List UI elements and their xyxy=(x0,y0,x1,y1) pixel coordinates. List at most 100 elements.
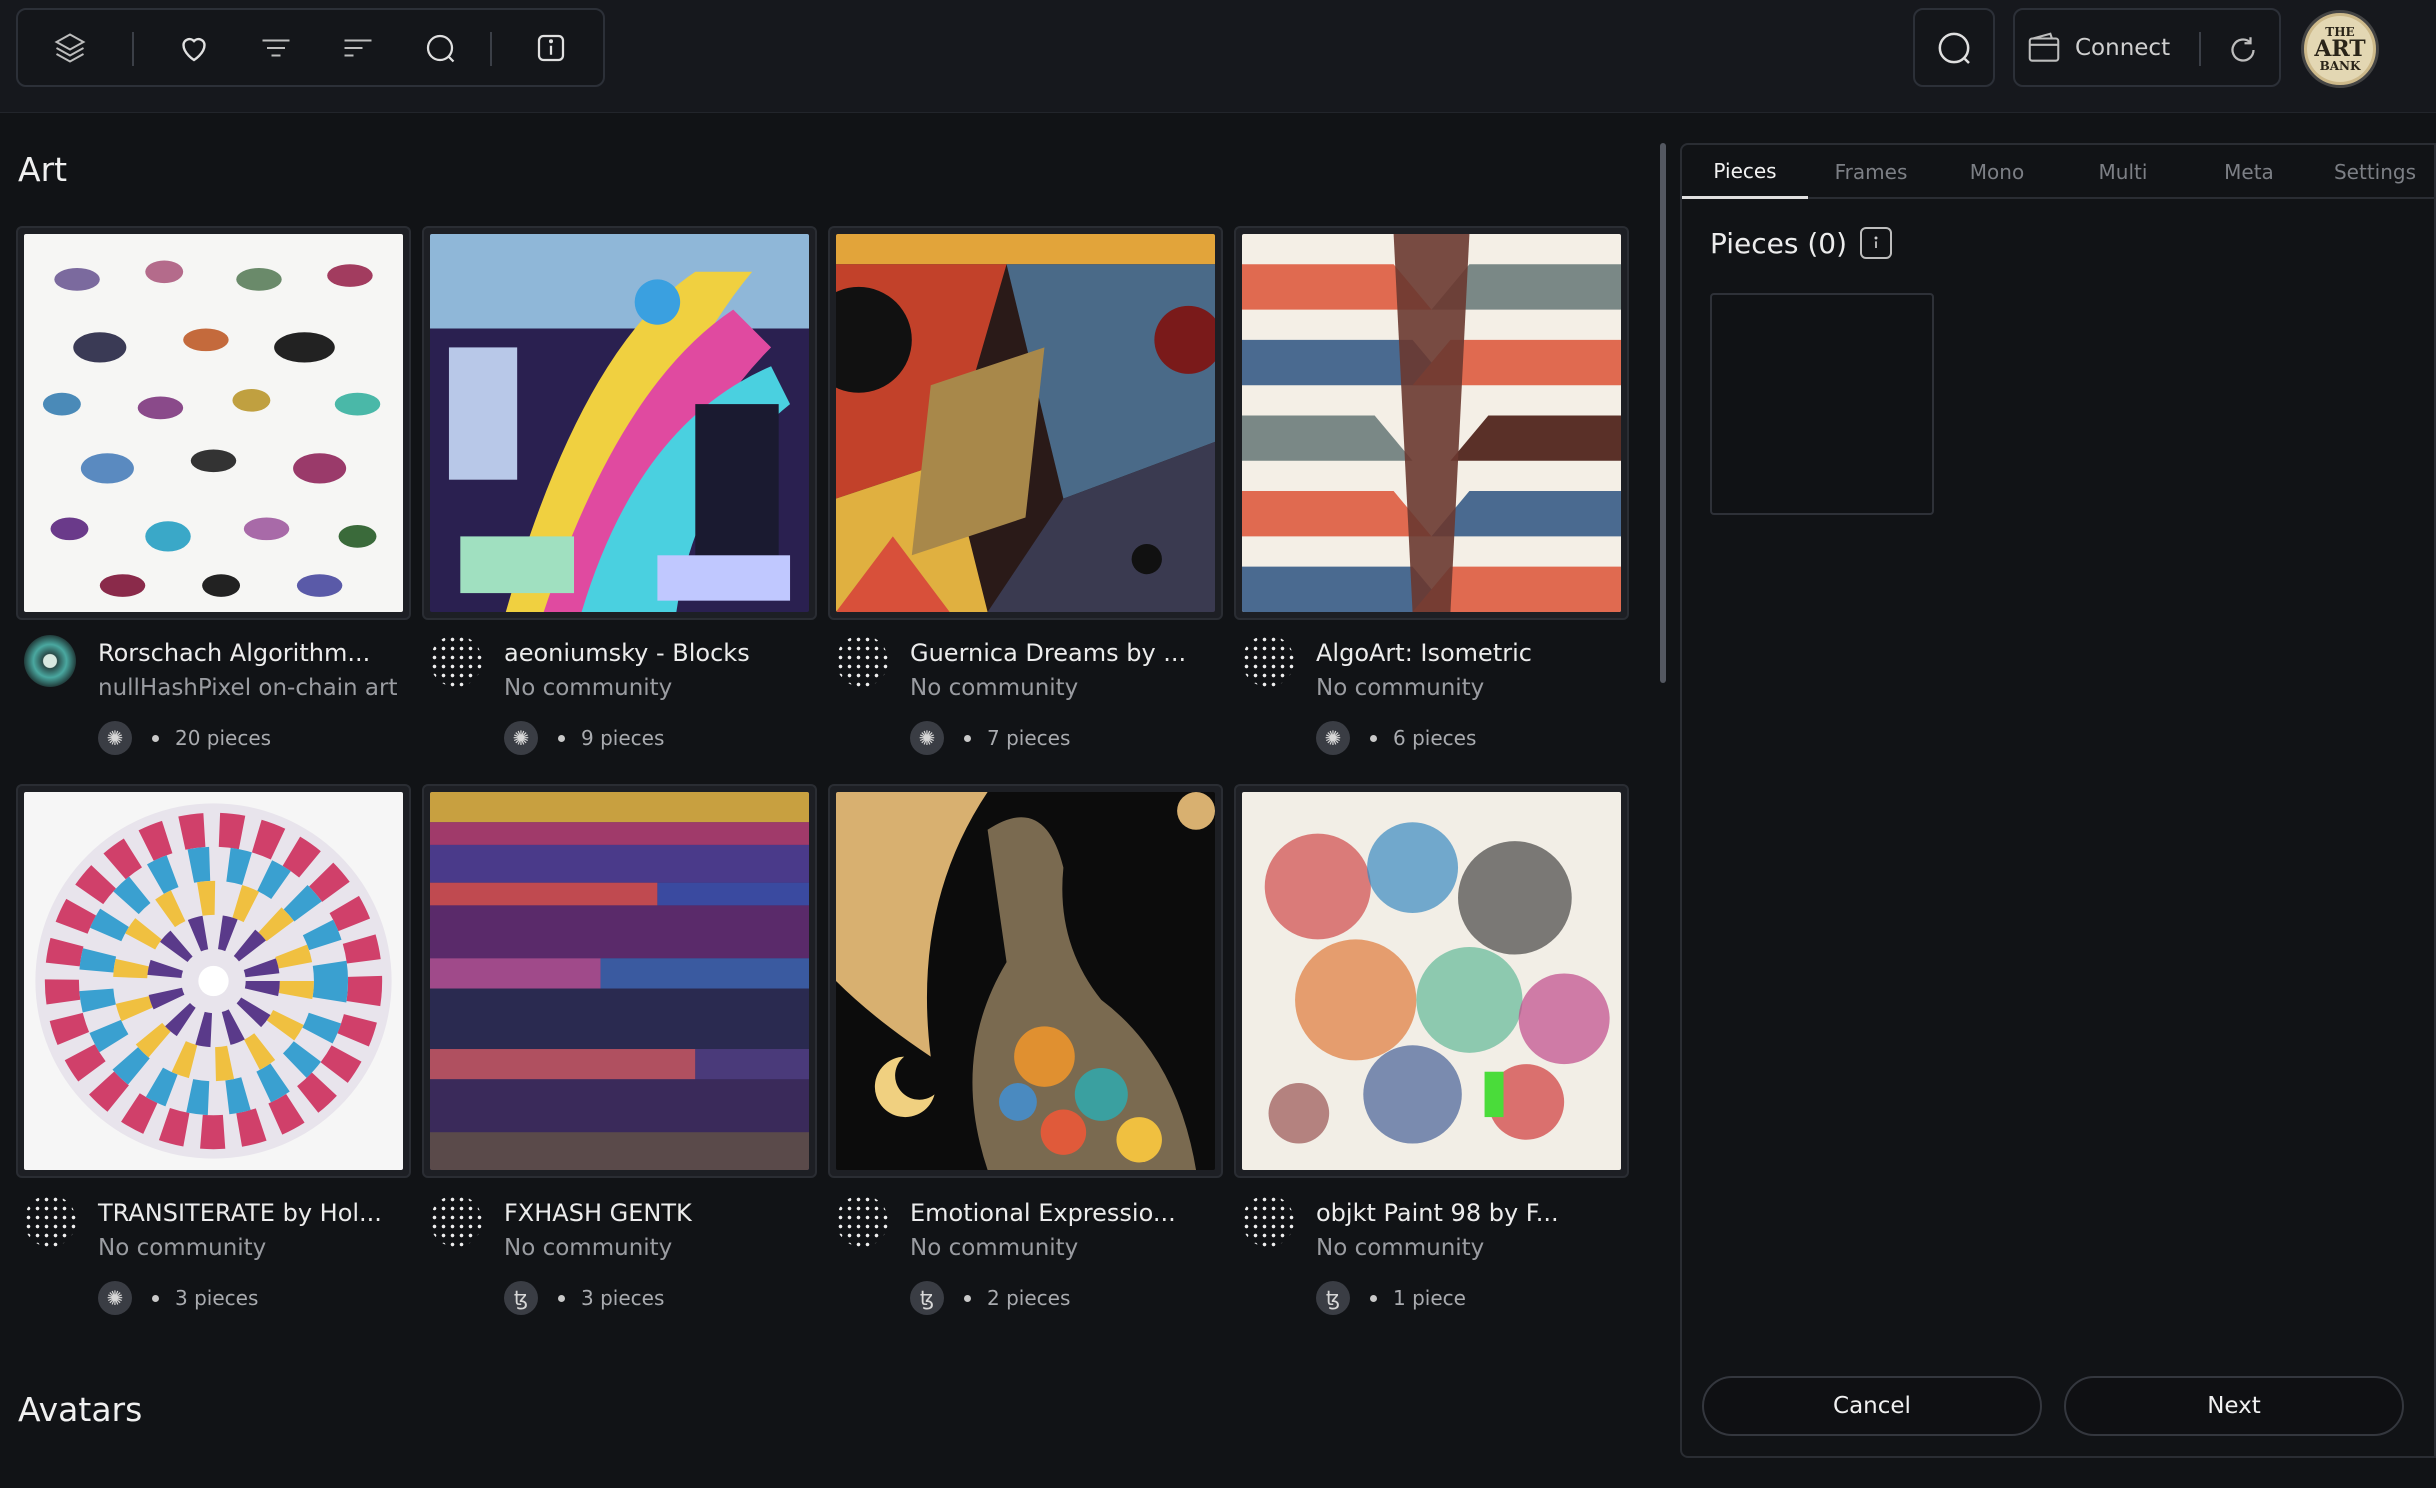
pieces-info-button[interactable] xyxy=(1860,227,1892,259)
info-icon xyxy=(1874,236,1878,248)
collection-community: No community xyxy=(1316,675,1485,701)
empty-piece-slot[interactable] xyxy=(1710,293,1934,515)
heart-icon[interactable] xyxy=(160,10,228,85)
connect-group: Connect xyxy=(2013,8,2281,87)
collection-avatar[interactable] xyxy=(836,1195,888,1247)
piece-count: 3 pieces xyxy=(581,1286,665,1310)
tezos-icon: ꜩ xyxy=(1316,1281,1350,1315)
collection-title[interactable]: AlgoArt: Isometric xyxy=(1316,639,1532,667)
collection-footer: ✺ 7 pieces xyxy=(910,721,1070,755)
toolbar-group xyxy=(16,8,605,87)
connect-divider xyxy=(2199,32,2201,66)
app-root: Connect THE ART BANK Art Rorschach Algor… xyxy=(0,0,2436,1488)
artwork-algoart-isometric xyxy=(1242,234,1621,612)
piece-count: 3 pieces xyxy=(175,1286,259,1310)
tab-meta[interactable]: Meta xyxy=(2186,145,2312,199)
art-bank-logo: THE ART BANK xyxy=(2307,16,2373,82)
collection-footer: ꜩ 2 pieces xyxy=(910,1281,1070,1315)
tab-frames[interactable]: Frames xyxy=(1808,145,1934,199)
collection-card-meta: objkt Paint 98 by F... No community ꜩ 1 … xyxy=(1242,1195,1642,1325)
refresh-icon[interactable] xyxy=(2209,12,2277,87)
collection-community: No community xyxy=(504,675,673,701)
panel-tabs: Pieces Frames Mono Multi Meta Settings xyxy=(1682,145,2436,199)
collection-footer: ꜩ 1 piece xyxy=(1316,1281,1466,1315)
artwork-fxhash-gentk xyxy=(430,792,809,1170)
collection-card-image[interactable] xyxy=(422,784,817,1178)
collection-card-image[interactable] xyxy=(828,226,1223,620)
collection-footer: ✺ 20 pieces xyxy=(98,721,271,755)
collection-card-image[interactable] xyxy=(422,226,817,620)
collection-community: No community xyxy=(98,1235,267,1261)
piece-count: 1 piece xyxy=(1393,1286,1466,1310)
search-icon xyxy=(1938,32,1970,64)
tab-mono[interactable]: Mono xyxy=(1934,145,2060,199)
separator-dot xyxy=(1370,1294,1377,1302)
collection-title[interactable]: Emotional Expressio... xyxy=(910,1199,1176,1227)
collection-title[interactable]: Guernica Dreams by ... xyxy=(910,639,1186,667)
collection-card-meta: Rorschach Algorithm... nullHashPixel on-… xyxy=(24,635,424,765)
layers-icon[interactable] xyxy=(36,10,104,85)
pieces-panel: Pieces Frames Mono Multi Meta Settings P… xyxy=(1680,143,2436,1458)
tab-multi[interactable]: Multi xyxy=(2060,145,2186,199)
chat-icon[interactable] xyxy=(406,10,474,85)
collection-title[interactable]: objkt Paint 98 by F... xyxy=(1316,1199,1559,1227)
section-title-art: Art xyxy=(18,150,68,189)
avatar[interactable]: THE ART BANK xyxy=(2301,10,2379,88)
collection-avatar[interactable] xyxy=(1242,1195,1294,1247)
collection-avatar[interactable] xyxy=(1242,635,1294,687)
tab-settings[interactable]: Settings xyxy=(2312,145,2436,199)
info-icon[interactable] xyxy=(517,10,585,85)
collection-card-image[interactable] xyxy=(1234,226,1629,620)
collection-community: nullHashPixel on-chain art xyxy=(98,675,398,701)
artwork-aeoniumsky xyxy=(430,234,809,612)
collection-card-image[interactable] xyxy=(1234,784,1629,1178)
collection-title[interactable]: Rorschach Algorithm... xyxy=(98,639,370,667)
connect-button[interactable]: Connect xyxy=(2025,10,2205,85)
collection-avatar[interactable] xyxy=(430,635,482,687)
piece-count: 6 pieces xyxy=(1393,726,1477,750)
collection-card-image[interactable] xyxy=(16,226,411,620)
collection-card-meta: TRANSITERATE by Hol... No community ✺ 3 … xyxy=(24,1195,424,1325)
separator-dot xyxy=(1370,734,1377,742)
main-scrollbar[interactable] xyxy=(1660,143,1666,683)
cardano-icon: ✺ xyxy=(98,721,132,755)
separator-dot xyxy=(152,734,159,742)
cardano-icon: ✺ xyxy=(910,721,944,755)
cancel-button[interactable]: Cancel xyxy=(1702,1376,2042,1436)
collection-community: No community xyxy=(910,675,1079,701)
collection-title[interactable]: FXHASH GENTK xyxy=(504,1199,692,1227)
collection-community: No community xyxy=(504,1235,673,1261)
filter-icon[interactable] xyxy=(242,10,310,85)
section-title-avatars: Avatars xyxy=(18,1390,143,1429)
collection-footer: ✺ 9 pieces xyxy=(504,721,664,755)
artwork-transiterate xyxy=(24,792,403,1170)
collection-community: No community xyxy=(910,1235,1079,1261)
artwork-rorschach xyxy=(24,234,403,612)
tab-pieces[interactable]: Pieces xyxy=(1682,145,1808,199)
sort-icon[interactable] xyxy=(324,10,392,85)
collection-card-image[interactable] xyxy=(16,784,411,1178)
tezos-icon: ꜩ xyxy=(504,1281,538,1315)
collection-title[interactable]: TRANSITERATE by Hol... xyxy=(98,1199,382,1227)
separator-dot xyxy=(964,1294,971,1302)
collection-card-image[interactable] xyxy=(828,784,1223,1178)
cardano-icon: ✺ xyxy=(1316,721,1350,755)
toolbar-divider xyxy=(132,32,134,66)
piece-count: 20 pieces xyxy=(175,726,272,750)
cardano-icon: ✺ xyxy=(504,721,538,755)
collection-footer: ꜩ 3 pieces xyxy=(504,1281,664,1315)
collection-card-meta: AlgoArt: Isometric No community ✺ 6 piec… xyxy=(1242,635,1642,765)
collection-avatar[interactable] xyxy=(24,635,76,687)
collection-avatar[interactable] xyxy=(836,635,888,687)
collection-title[interactable]: aeoniumsky - Blocks xyxy=(504,639,750,667)
collection-footer: ✺ 3 pieces xyxy=(98,1281,258,1315)
collection-avatar[interactable] xyxy=(24,1195,76,1247)
toolbar-divider xyxy=(490,32,492,66)
piece-count: 7 pieces xyxy=(987,726,1071,750)
collection-avatar[interactable] xyxy=(430,1195,482,1247)
search-button[interactable] xyxy=(1913,8,1995,87)
next-button[interactable]: Next xyxy=(2064,1376,2404,1436)
collection-card-meta: Emotional Expressio... No community ꜩ 2 … xyxy=(836,1195,1236,1325)
tezos-icon: ꜩ xyxy=(910,1281,944,1315)
collection-footer: ✺ 6 pieces xyxy=(1316,721,1476,755)
